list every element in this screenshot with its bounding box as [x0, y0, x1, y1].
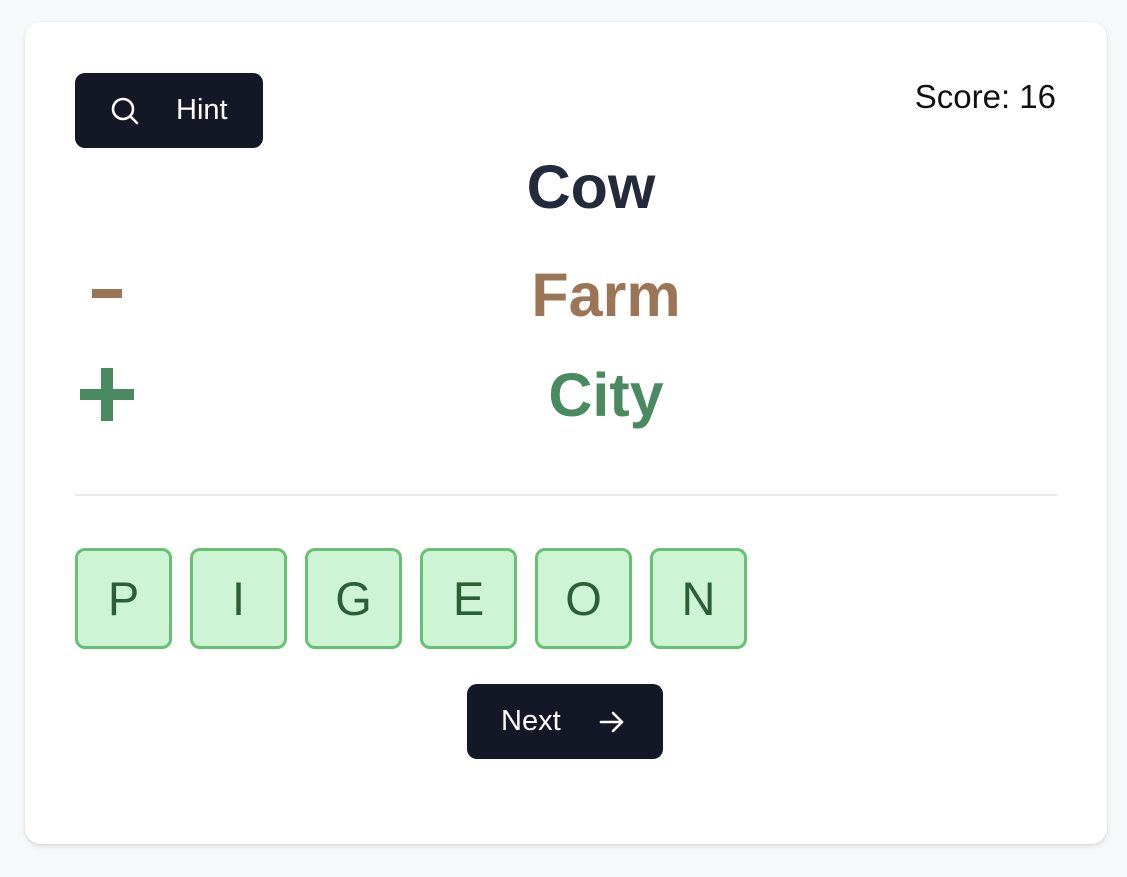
letter-tile[interactable]: O — [535, 548, 632, 649]
plus-word: City — [548, 361, 664, 429]
divider — [75, 494, 1057, 496]
plus-clue-row: City — [25, 350, 1107, 440]
next-button[interactable]: Next — [467, 684, 663, 759]
letter-tile[interactable]: I — [190, 548, 287, 649]
letter-tile[interactable]: G — [305, 548, 402, 649]
answer-tiles: P I G E O N — [75, 548, 747, 649]
minus-clue-row: Farm — [25, 250, 1107, 340]
next-button-label: Next — [501, 705, 561, 737]
arrow-right-icon — [597, 707, 627, 737]
letter-tile[interactable]: N — [650, 548, 747, 649]
score-display: Score: 16 — [914, 78, 1056, 115]
minus-word: Farm — [531, 261, 681, 329]
letter-tile[interactable]: P — [75, 548, 172, 649]
search-icon — [109, 95, 141, 127]
game-card: Hint Score: 16 Cow Farm City P I G E O N… — [25, 22, 1107, 844]
letter-tile[interactable]: E — [420, 548, 517, 649]
base-word: Cow — [526, 153, 656, 221]
hint-button-label: Hint — [176, 94, 228, 126]
hint-button[interactable]: Hint — [75, 73, 263, 148]
